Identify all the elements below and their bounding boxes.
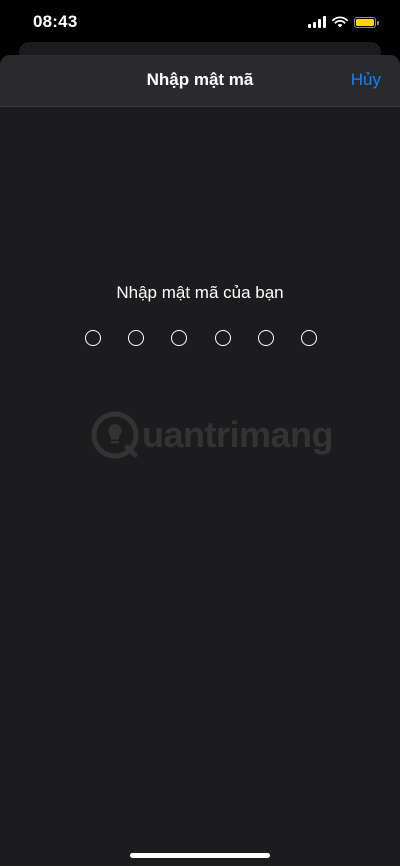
cancel-button[interactable]: Hủy [351,70,381,90]
battery-icon [354,16,379,28]
status-icons [308,15,379,29]
passcode-dot [214,330,231,346]
passcode-dot [257,330,274,346]
passcode-dots [85,330,317,350]
passcode-dot [300,330,317,346]
page-title: Nhập mật mã [146,70,254,89]
watermark: uantrimang [90,405,334,465]
lightbulb-icon [91,411,139,459]
wifi-icon [332,16,348,28]
passcode-dot [128,330,145,346]
navigation-bar: Nhập mật mã Hủy [0,55,400,107]
status-bar: 08:43 [0,0,400,44]
cellular-signal-icon [308,16,326,28]
home-indicator[interactable] [130,853,270,858]
passcode-dot [85,330,101,346]
passcode-sheet: Nhập mật mã Hủy Nhập mật mã của bạn uant… [0,55,400,866]
status-time: 08:43 [33,12,78,31]
passcode-dot [171,330,188,346]
watermark-text: uantrimang [142,414,334,455]
passcode-prompt: Nhập mật mã của bạn [116,283,284,302]
battery-level [356,18,374,26]
